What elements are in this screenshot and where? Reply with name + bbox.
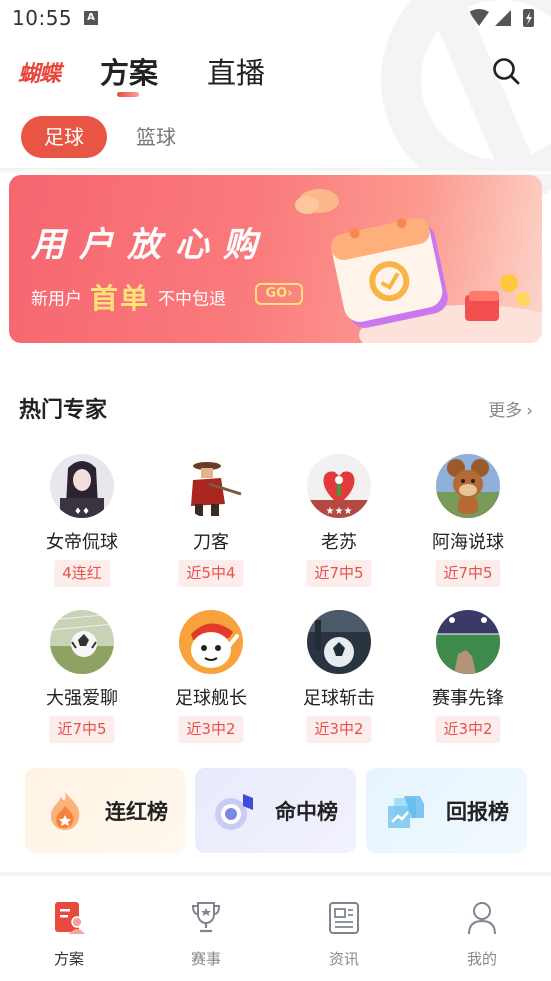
nav-label: 我的 (466, 950, 497, 968)
svg-text:♦♦: ♦♦ (74, 507, 90, 517)
expert-card[interactable]: 阿海说球 近7中5 (404, 454, 532, 604)
nav-item-profile[interactable]: 我的 (442, 900, 522, 970)
banner-sub-prefix: 新用户 (31, 289, 82, 310)
nav-item-news[interactable]: 资讯 (304, 900, 384, 970)
news-icon (329, 902, 359, 934)
more-label: 更多 (488, 401, 523, 421)
expert-avatar (50, 610, 114, 674)
streak-ranking-button[interactable]: 连红榜 (25, 768, 186, 853)
tab-basketball[interactable]: 篮球 (120, 116, 192, 158)
nav-label: 资讯 (328, 950, 359, 968)
banner-sub-highlight: 首单 (90, 282, 151, 315)
hit-ranking-button[interactable]: 命中榜 (195, 768, 356, 853)
banner-title: 用户放心购 (31, 225, 271, 265)
expert-avatar (436, 454, 500, 518)
banner-go-button[interactable]: GO› (255, 283, 303, 305)
return-ranking-button[interactable]: 回报榜 (366, 768, 527, 853)
expert-record-badge: 近5中4 (178, 560, 244, 587)
expert-avatar (179, 454, 243, 518)
target-icon (215, 794, 253, 830)
promo-banner[interactable]: 用户放心购 新用户 首单 不中包退 GO› (9, 175, 542, 343)
expert-name: 足球舰长 (175, 688, 247, 709)
expert-card[interactable]: 大强爱聊 近7中5 (18, 610, 146, 760)
expert-record-badge: 近7中5 (435, 560, 501, 587)
expert-avatar: ★★★ (307, 454, 371, 518)
rank-label: 连红榜 (105, 800, 168, 824)
svg-text:★★★: ★★★ (326, 506, 353, 517)
rank-label: 回报榜 (446, 800, 509, 824)
tab-football[interactable]: 足球 (21, 116, 107, 158)
search-icon[interactable] (491, 56, 521, 86)
calendar-illustration (295, 189, 542, 343)
nav-label: 方案 (53, 950, 84, 968)
tab-live[interactable]: 直播 (207, 50, 265, 92)
sport-tabs: 足球 篮球 (0, 114, 551, 164)
banner-subtitle: 新用户 首单 不中包退 (31, 277, 227, 315)
more-experts-link[interactable]: 更多 › (488, 396, 533, 421)
trend-icon (388, 796, 424, 828)
expert-avatar (179, 610, 243, 674)
expert-avatar (436, 610, 500, 674)
expert-name: 赛事先锋 (432, 688, 504, 709)
expert-name: 女帝侃球 (46, 532, 118, 553)
expert-name: 阿海说球 (432, 532, 504, 553)
section-title-experts: 热门专家 (19, 398, 108, 423)
expert-avatar: ♦♦ (50, 454, 114, 518)
app-logo: 蝴蝶 (18, 62, 61, 87)
banner-sub-suffix: 不中包退 (158, 289, 227, 310)
plan-icon (55, 902, 85, 934)
expert-card[interactable]: ♦♦ 女帝侃球 4连红 (18, 454, 146, 604)
flame-icon (51, 792, 80, 830)
nav-item-matches[interactable]: 赛事 (166, 900, 246, 970)
expert-record-badge: 近7中5 (49, 716, 115, 743)
notification-icon: A (84, 11, 98, 25)
expert-card[interactable]: 足球斩击 近3中2 (275, 610, 403, 760)
expert-record-badge: 4连红 (54, 560, 110, 587)
tab-plans[interactable]: 方案 (100, 50, 158, 92)
expert-card[interactable]: ★★★ 老苏 近7中5 (275, 454, 403, 604)
trophy-icon (191, 902, 221, 933)
expert-name: 足球斩击 (303, 688, 375, 709)
expert-name: 刀客 (193, 532, 229, 553)
expert-record-badge: 近7中5 (306, 560, 372, 587)
bottom-nav: 方案 赛事 资讯 我的 (0, 876, 551, 981)
expert-name: 大强爱聊 (46, 688, 118, 709)
status-time: 10:55 (12, 6, 73, 30)
expert-record-badge: 近3中2 (435, 716, 501, 743)
expert-record-badge: 近3中2 (306, 716, 372, 743)
expert-card[interactable]: 刀客 近5中4 (147, 454, 275, 604)
nav-item-plans[interactable]: 方案 (29, 900, 109, 970)
divider (0, 168, 551, 174)
profile-icon (468, 902, 496, 935)
rank-label: 命中榜 (275, 800, 338, 824)
chevron-right-icon: › (526, 401, 533, 421)
expert-card[interactable]: 足球舰长 近3中2 (147, 610, 275, 760)
active-tab-indicator (117, 92, 139, 97)
nav-label: 赛事 (190, 950, 221, 968)
expert-record-badge: 近3中2 (178, 716, 244, 743)
app-header: 蝴蝶 方案 直播 (0, 36, 551, 104)
expert-avatar (307, 610, 371, 674)
expert-card[interactable]: 赛事先锋 近3中2 (404, 610, 532, 760)
expert-name: 老苏 (321, 532, 357, 553)
